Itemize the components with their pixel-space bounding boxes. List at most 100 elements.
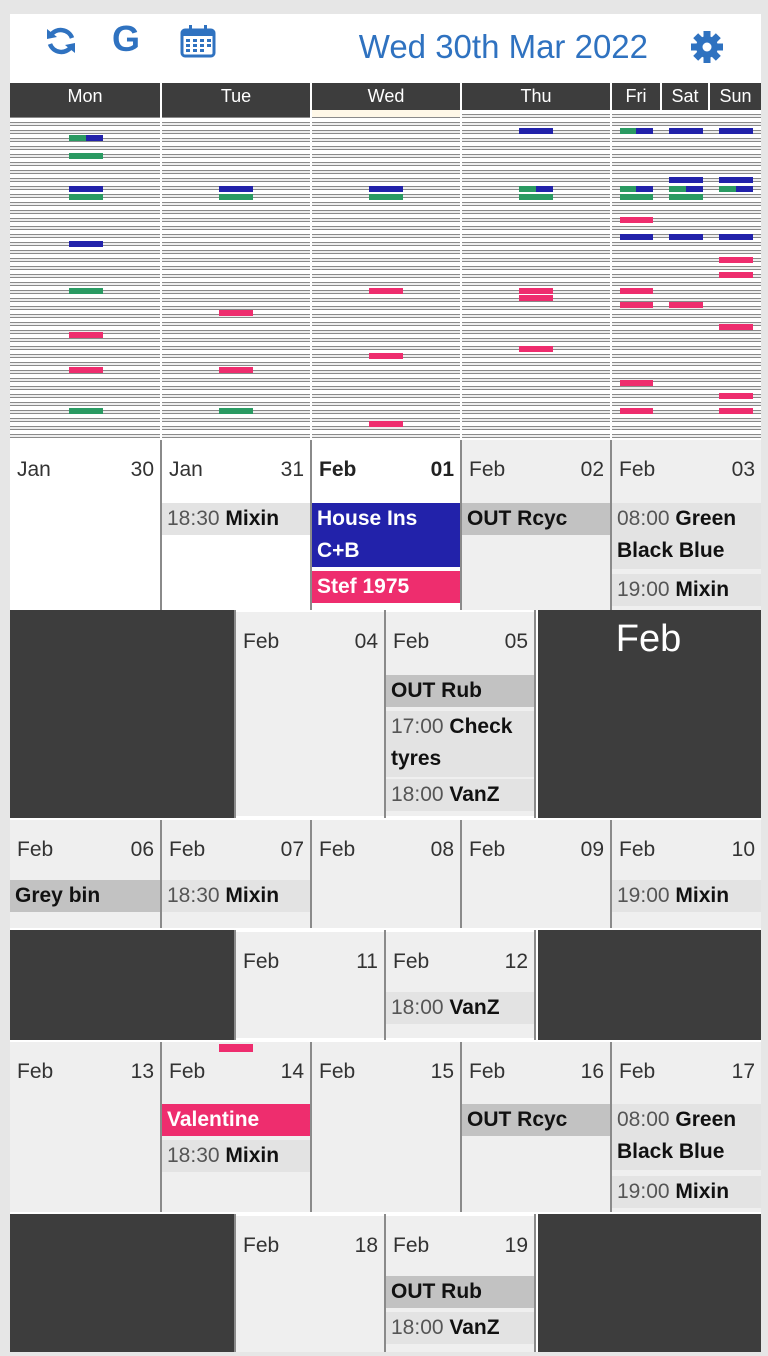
event-marker xyxy=(669,128,703,134)
cell-month: Feb xyxy=(319,1060,356,1083)
event-item[interactable]: House Ins C+B xyxy=(312,503,460,567)
event-item[interactable]: OUT Rcyc xyxy=(462,503,610,535)
cell-day-number: 04 xyxy=(354,630,378,653)
day-cell-feb-13[interactable]: Feb 13 xyxy=(10,1042,160,1212)
day-cell-jan-31[interactable]: Jan 31 18:30 Mixin xyxy=(162,440,310,610)
day-cell-feb-02[interactable]: Feb 02 OUT Rcyc xyxy=(462,440,610,610)
event-time: 18:00 xyxy=(391,996,444,1019)
event-marker xyxy=(219,408,253,414)
event-marker xyxy=(719,393,753,399)
event-time: 17:00 xyxy=(391,715,444,738)
event-item[interactable]: 18:30 Mixin xyxy=(162,1140,310,1172)
day-cell-feb-17[interactable]: Feb 17 08:00 Green Black Blue 19:00 Mixi… xyxy=(612,1042,761,1212)
weekday-header: Mon Tue Wed Thu Fri Sat Sun xyxy=(10,83,761,110)
overview-col-mon xyxy=(10,110,160,440)
day-cell-feb-07[interactable]: Feb 07 18:30 Mixin xyxy=(162,820,310,928)
event-marker xyxy=(69,186,103,192)
cell-month: Feb xyxy=(393,1234,430,1257)
cell-day-number: 18 xyxy=(354,1234,378,1257)
event-title: Mixin xyxy=(675,1180,730,1203)
day-cell-feb-05[interactable]: Feb 05 OUT Rub 17:00 Check tyres 18:00 V… xyxy=(386,612,534,816)
event-item[interactable]: 17:00 Check tyres xyxy=(386,711,534,777)
cell-day-number: 06 xyxy=(130,838,154,861)
day-cell-feb-03[interactable]: Feb 03 08:00 Green Black Blue 19:00 Mixi… xyxy=(612,440,761,610)
day-cell-feb-19[interactable]: Feb 19 OUT Rub 18:00 VanZ xyxy=(386,1216,534,1352)
day-cell-feb-18[interactable]: Feb 18 xyxy=(236,1216,384,1352)
event-title: Mixin xyxy=(675,578,730,601)
overview-col-thu xyxy=(462,110,610,440)
event-item[interactable]: Valentine xyxy=(162,1104,310,1136)
event-marker xyxy=(69,408,103,414)
event-item[interactable]: 08:00 Green Black Blue xyxy=(612,503,761,569)
cell-day-number: 12 xyxy=(504,950,528,973)
event-item[interactable]: 18:30 Mixin xyxy=(162,880,310,912)
cell-month: Feb xyxy=(17,838,54,861)
event-item[interactable]: Stef 1975 xyxy=(312,571,460,603)
event-marker xyxy=(620,408,653,414)
event-marker xyxy=(369,353,403,359)
day-cell-jan-30[interactable]: Jan 30 xyxy=(10,440,160,610)
day-cell-feb-04[interactable]: Feb 04 xyxy=(236,612,384,816)
event-item[interactable]: 18:00 VanZ xyxy=(386,779,534,811)
event-item[interactable]: 18:30 Mixin xyxy=(162,503,310,535)
event-title: Mixin xyxy=(675,884,730,907)
divider xyxy=(534,930,536,1040)
event-marker xyxy=(519,295,553,301)
day-cell-feb-11[interactable]: Feb 11 xyxy=(236,932,384,1038)
event-time: 19:00 xyxy=(617,578,670,601)
event-marker xyxy=(669,194,703,200)
event-marker xyxy=(86,135,103,141)
day-cell-feb-16[interactable]: Feb 16 OUT Rcyc xyxy=(462,1042,610,1212)
event-item[interactable]: OUT Rcyc xyxy=(462,1104,610,1136)
event-marker xyxy=(519,128,553,134)
divider xyxy=(610,110,612,440)
day-cell-feb-12[interactable]: Feb 12 18:00 VanZ xyxy=(386,932,534,1038)
event-marker xyxy=(620,194,653,200)
event-marker xyxy=(69,288,103,294)
event-item[interactable]: OUT Rub xyxy=(386,1276,534,1308)
month-overview-grid[interactable] xyxy=(10,110,761,440)
event-marker xyxy=(719,408,753,414)
event-marker xyxy=(219,310,253,316)
event-item[interactable]: Grey bin xyxy=(10,880,160,912)
current-date-title[interactable]: Wed 30th Mar 2022 xyxy=(10,28,648,66)
event-marker xyxy=(719,234,753,240)
event-marker xyxy=(719,272,753,278)
divider xyxy=(534,1214,536,1352)
day-cell-feb-09[interactable]: Feb 09 xyxy=(462,820,610,928)
day-cell-feb-08[interactable]: Feb 08 xyxy=(312,820,460,928)
event-marker xyxy=(519,346,553,352)
cell-month: Feb xyxy=(169,838,206,861)
day-cell-feb-06[interactable]: Feb 06 Grey bin xyxy=(10,820,160,928)
cell-month: Feb xyxy=(393,950,430,973)
event-marker xyxy=(69,153,103,159)
event-item[interactable]: OUT Rub xyxy=(386,675,534,707)
divider xyxy=(460,110,462,440)
day-cell-feb-15[interactable]: Feb 15 xyxy=(312,1042,460,1212)
cell-month: Feb xyxy=(319,838,356,861)
day-cell-feb-10[interactable]: Feb 10 19:00 Mixin xyxy=(612,820,761,928)
event-item[interactable]: 19:00 Mixin xyxy=(612,880,761,912)
event-marker xyxy=(620,302,653,308)
event-item[interactable]: 18:00 VanZ xyxy=(386,1312,534,1344)
cell-month: Jan xyxy=(17,458,51,481)
event-marker xyxy=(620,380,653,386)
cell-month: Feb xyxy=(169,1060,206,1083)
event-title: House Ins C+B xyxy=(317,507,418,562)
event-item[interactable]: 08:00 Green Black Blue xyxy=(612,1104,761,1170)
event-time: 08:00 xyxy=(617,1108,670,1131)
event-item[interactable]: 18:00 VanZ xyxy=(386,992,534,1024)
event-marker xyxy=(620,128,636,134)
event-marker xyxy=(69,135,86,141)
event-marker xyxy=(719,186,736,192)
event-item[interactable]: 19:00 Mixin xyxy=(612,1176,761,1208)
weekday-sat: Sat xyxy=(671,86,699,106)
gear-icon[interactable] xyxy=(690,30,724,69)
event-item[interactable]: 19:00 Mixin xyxy=(612,574,761,606)
event-time: 19:00 xyxy=(617,884,670,907)
side-month-label: Feb xyxy=(615,618,682,660)
cell-month: Feb xyxy=(469,458,506,481)
day-cell-feb-14[interactable]: Feb 14 Valentine 18:30 Mixin xyxy=(162,1042,310,1212)
cell-month: Feb xyxy=(469,838,506,861)
day-cell-feb-01[interactable]: Feb 01 House Ins C+B Stef 1975 xyxy=(312,440,460,610)
